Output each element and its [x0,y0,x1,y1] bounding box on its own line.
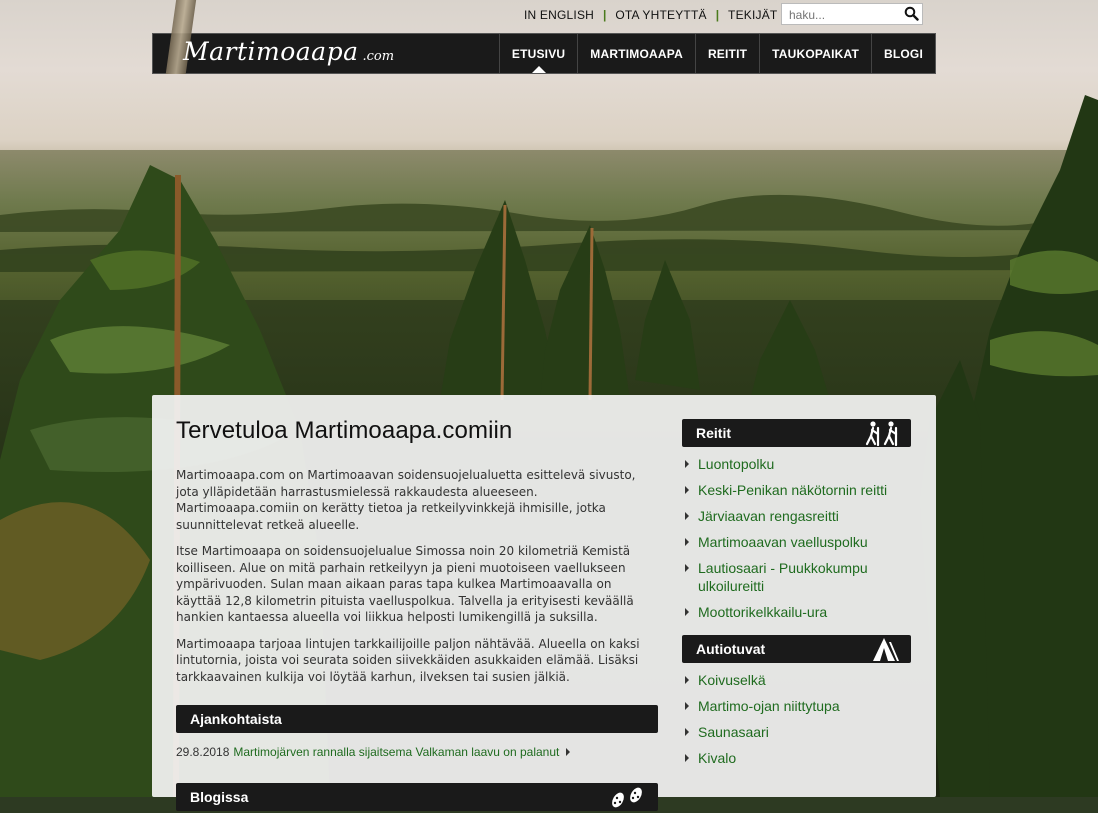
nav-item-martimoaapa[interactable]: MARTIMOAAPA [577,34,695,73]
hut-link[interactable]: Martimo-ojan niittytupa [698,698,840,714]
news-item: 29.8.2018 Martimojärven rannalla sijaits… [176,745,658,759]
logo-text: Martimoaapa [183,37,359,66]
list-item: Luontopolku [682,455,911,473]
route-link[interactable]: Lautiosaari - Puukkokumpu ulkoilureitti [698,560,868,594]
intro-paragraph: Itse Martimoaapa on soidensuojelualue Si… [176,544,634,624]
route-link[interactable]: Järviaavan rengasreitti [698,508,839,524]
blog-heading: Blogissa [176,783,658,811]
nav-item-etusivu[interactable]: ETUSIVU [498,34,577,73]
news-link[interactable]: Martimojärven rannalla sijaitsema Valkam… [233,745,559,759]
logo-domain: .com [362,49,395,64]
huts-list: Koivuselkä Martimo-ojan niittytupa Sauna… [682,671,911,767]
huts-heading: Autiotuvat [682,635,911,663]
list-item: Moottorikelkkailu-ura [682,603,911,621]
list-item: Järviaavan rengasreitti [682,507,911,525]
footprints-icon [606,784,652,813]
nav-item-reitit[interactable]: REITIT [694,34,759,73]
separator: | [603,8,607,22]
hut-link[interactable]: Koivuselkä [698,672,766,688]
sidebar: Reitit Luontopolku Keski-Penikan näkötor… [682,419,911,775]
route-link[interactable]: Moottorikelkkailu-ura [698,604,827,620]
link-contact[interactable]: OTA YHTEYTTÄ [615,8,706,22]
list-item: Koivuselkä [682,671,911,689]
nav-menu: ETUSIVU MARTIMOAAPA REITIT TAUKOPAIKAT B… [498,34,935,73]
hut-link[interactable]: Saunasaari [698,724,769,740]
nav-item-taukopaikat[interactable]: TAUKOPAIKAT [759,34,871,73]
list-item: Martimo-ojan niittytupa [682,697,911,715]
site-logo[interactable]: Martimoaapa .com [183,37,394,71]
route-link[interactable]: Keski-Penikan näkötornin reitti [698,482,887,498]
routes-heading-label: Reitit [696,425,731,441]
nav-item-blogi[interactable]: BLOGI [871,34,935,73]
main-column: Tervetuloa Martimoaapa.comiin Martimoaap… [176,417,658,811]
link-in-english[interactable]: IN ENGLISH [524,8,594,22]
link-authors[interactable]: TEKIJÄT [728,8,777,22]
content-panel: Tervetuloa Martimoaapa.comiin Martimoaap… [152,395,936,811]
intro-paragraph: Martimoaapa.com on Martimoaavan soidensu… [176,468,636,532]
top-links: IN ENGLISH | OTA YHTEYTTÄ | TEKIJÄT [524,7,777,23]
list-item: Keski-Penikan näkötornin reitti [682,481,911,499]
huts-heading-label: Autiotuvat [696,641,766,657]
route-link[interactable]: Luontopolku [698,456,774,472]
list-item: Saunasaari [682,723,911,741]
news-date: 29.8.2018 [176,745,230,759]
search-box [781,3,923,25]
list-item: Lautiosaari - Puukkokumpu ulkoilureitti [682,559,911,595]
hikers-icon [861,420,905,449]
route-link[interactable]: Martimoaavan vaelluspolku [698,534,868,550]
tent-icon [865,636,905,665]
routes-heading: Reitit [682,419,911,447]
list-item: Kivalo [682,749,911,767]
page-title: Tervetuloa Martimoaapa.comiin [176,417,513,444]
list-item: Martimoaavan vaelluspolku [682,533,911,551]
blog-heading-label: Blogissa [190,789,249,805]
magnifier-icon[interactable] [904,6,919,25]
arrow-right-icon [566,748,571,756]
main-navbar: Martimoaapa .com ETUSIVU MARTIMOAAPA REI… [152,0,936,74]
hut-link[interactable]: Kivalo [698,750,736,766]
search-input[interactable] [782,5,901,25]
separator: | [715,8,720,22]
intro-paragraph: Martimoaapa tarjoaa lintujen tarkkailijo… [176,636,640,684]
news-heading: Ajankohtaista [176,705,658,733]
routes-list: Luontopolku Keski-Penikan näkötornin rei… [682,455,911,621]
news-heading-label: Ajankohtaista [190,711,282,727]
